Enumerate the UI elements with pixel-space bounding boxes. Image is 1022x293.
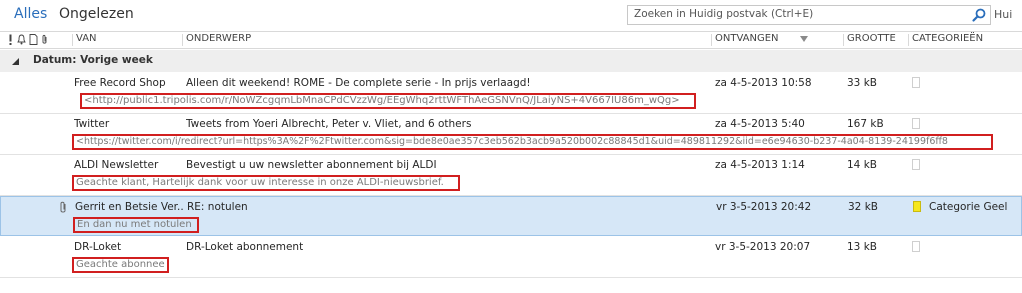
column-divider[interactable]: [711, 34, 712, 46]
message-received: vr 3-5-2013 20:42: [716, 201, 812, 213]
view-toolbar: Alles Ongelezen Zoeken in Huidig postvak…: [0, 0, 1022, 31]
category-swatch[interactable]: [912, 118, 920, 129]
message-preview: <http://public1.tripolis.com/r/NoWZcgqmL…: [80, 93, 696, 109]
group-label: Datum: Vorige week: [33, 54, 153, 66]
message-size: 167 kB: [847, 118, 884, 130]
message-size: 33 kB: [847, 77, 877, 89]
category-swatch-yellow[interactable]: [913, 201, 921, 212]
message-size: 13 kB: [847, 241, 877, 253]
message-subject: Tweets from Yoeri Albrecht, Peter v. Vli…: [186, 118, 472, 130]
message-from: DR-Loket: [74, 241, 122, 253]
message-row[interactable]: Twitter Tweets from Yoeri Albrecht, Pete…: [0, 114, 1022, 155]
category-swatch[interactable]: [912, 159, 920, 170]
sort-descending-icon: [800, 36, 808, 42]
message-subject: Alleen dit weekend! ROME - De complete s…: [186, 77, 531, 89]
column-header-subject[interactable]: ONDERWERP: [186, 33, 251, 44]
column-divider[interactable]: [843, 34, 844, 46]
message-subject: DR-Loket abonnement: [186, 241, 304, 253]
filter-all-tab[interactable]: Alles: [14, 6, 47, 22]
column-header-from[interactable]: VAN: [76, 33, 97, 44]
search-scope-dropdown[interactable]: Hui: [994, 8, 1012, 21]
search-input[interactable]: Zoeken in Huidig postvak (Ctrl+E): [634, 8, 813, 20]
column-header-categories[interactable]: CATEGORIEËN: [912, 33, 983, 44]
message-received: za 4-5-2013 1:14: [715, 159, 805, 171]
attachment-header-icon[interactable]: [40, 34, 49, 45]
message-from: Twitter: [74, 118, 110, 130]
category-swatch[interactable]: [912, 241, 920, 252]
message-row[interactable]: Free Record Shop Alleen dit weekend! ROM…: [0, 73, 1022, 114]
filter-unread-tab[interactable]: Ongelezen: [59, 6, 134, 22]
column-header-received[interactable]: ONTVANGEN: [715, 33, 779, 44]
search-box[interactable]: Zoeken in Huidig postvak (Ctrl+E): [627, 5, 991, 25]
category-swatch[interactable]: [912, 77, 920, 88]
column-divider[interactable]: [72, 34, 73, 46]
message-received: vr 3-5-2013 20:07: [715, 241, 811, 253]
message-from: Free Record Shop: [74, 77, 166, 89]
message-preview: <https://twitter.com/i/redirect?url=http…: [72, 134, 993, 150]
attachment-icon: [60, 201, 66, 213]
column-header-size[interactable]: GROOTTE: [847, 33, 896, 44]
message-row[interactable]: ALDI Newsletter Bevestigt u uw newslette…: [0, 155, 1022, 196]
message-size: 14 kB: [847, 159, 877, 171]
message-received: za 4-5-2013 5:40: [715, 118, 805, 130]
column-divider[interactable]: [182, 34, 183, 46]
message-row[interactable]: DR-Loket DR-Loket abonnement vr 3-5-2013…: [0, 237, 1022, 278]
message-preview: En dan nu met notulen: [73, 217, 199, 233]
importance-icon[interactable]: [6, 34, 15, 45]
search-icon[interactable]: [971, 7, 987, 23]
message-from: ALDI Newsletter: [74, 159, 159, 171]
message-received: za 4-5-2013 10:58: [715, 77, 812, 89]
message-subject: Bevestigt u uw newsletter abonnement bij…: [186, 159, 437, 171]
message-preview: Geachte abonnee: [72, 257, 169, 273]
item-type-icon[interactable]: [29, 34, 38, 45]
collapse-triangle-icon[interactable]: [12, 58, 19, 65]
column-header-row: VAN ONDERWERP ONTVANGEN GROOTTE CATEGORI…: [0, 31, 1022, 49]
reminder-bell-icon[interactable]: [17, 34, 26, 45]
message-row-selected[interactable]: Gerrit en Betsie Ver... RE: notulen vr 3…: [0, 196, 1022, 236]
message-from: Gerrit en Betsie Ver...: [75, 201, 183, 213]
message-preview: Geachte klant, Hartelijk dank voor uw in…: [72, 175, 460, 191]
group-header[interactable]: Datum: Vorige week: [0, 50, 1022, 72]
message-category: Categorie Geel: [929, 201, 1008, 213]
message-size: 32 kB: [848, 201, 878, 213]
column-divider[interactable]: [908, 34, 909, 46]
message-subject: RE: notulen: [187, 201, 248, 213]
